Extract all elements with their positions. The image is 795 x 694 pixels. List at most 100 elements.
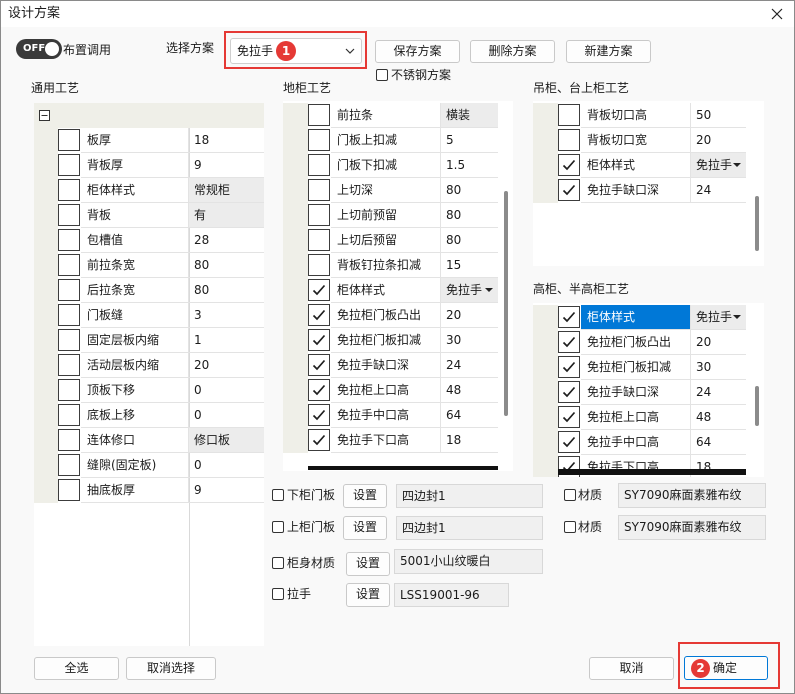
property-value[interactable]: 0	[189, 453, 264, 478]
property-row[interactable]: 背板切口宽 20	[533, 128, 746, 153]
property-row[interactable]: 背板有	[34, 203, 264, 228]
row-checkbox[interactable]	[308, 254, 330, 276]
property-row[interactable]: 背板钉拉条扣减 15	[283, 253, 498, 278]
property-value[interactable]: 1	[189, 328, 264, 353]
property-value[interactable]: 48	[691, 405, 746, 430]
property-row[interactable]: 门板上扣减 5	[283, 128, 498, 153]
property-row[interactable]: 上切深 80	[283, 178, 498, 203]
property-value[interactable]: 20	[189, 353, 264, 378]
property-value[interactable]: 50	[691, 103, 746, 128]
property-value[interactable]: 9	[189, 478, 264, 503]
property-value[interactable]: 48	[441, 378, 498, 403]
property-row[interactable]: 柜体样式 免拉手	[283, 278, 498, 303]
property-value[interactable]: 3	[189, 303, 264, 328]
row-checkbox[interactable]	[308, 404, 330, 426]
row-checkbox[interactable]	[58, 479, 80, 501]
property-value[interactable]: 20	[441, 303, 498, 328]
property-row[interactable]: 背板厚 9	[34, 153, 264, 178]
row-checkbox[interactable]	[558, 104, 580, 126]
property-value[interactable]: 修口板	[189, 428, 264, 453]
property-value[interactable]: 80	[441, 228, 498, 253]
row-checkbox[interactable]	[558, 381, 580, 403]
row-checkbox[interactable]	[308, 104, 330, 126]
row-checkbox[interactable]	[58, 279, 80, 301]
property-row[interactable]: 免拉柜上口高 48	[533, 405, 746, 430]
material-checkbox-1[interactable]	[564, 489, 576, 501]
cancel-button[interactable]: 取消	[589, 657, 674, 680]
property-value[interactable]: 24	[691, 380, 746, 405]
lower-door-checkbox[interactable]	[272, 489, 284, 501]
save-scheme-button[interactable]: 保存方案	[375, 40, 460, 63]
row-checkbox[interactable]	[58, 304, 80, 326]
scrollbar-thumb[interactable]	[755, 386, 759, 426]
deselect-all-button[interactable]: 取消选择	[126, 657, 216, 680]
property-value[interactable]: 80	[189, 253, 264, 278]
property-row[interactable]: 柜体样式 免拉手	[533, 305, 746, 330]
row-checkbox[interactable]	[308, 304, 330, 326]
dropdown-arrow-icon[interactable]	[733, 315, 741, 319]
row-checkbox[interactable]	[58, 229, 80, 251]
property-row[interactable]: 免拉柜门板扣减 30	[283, 328, 498, 353]
layout-call-toggle[interactable]: OFF	[16, 39, 62, 59]
property-row[interactable]: 免拉手中口高 64	[533, 430, 746, 455]
body-material-set-button[interactable]: 设置	[346, 552, 390, 576]
property-value[interactable]: 24	[691, 178, 746, 203]
row-checkbox[interactable]	[58, 154, 80, 176]
property-value[interactable]: 1.5	[441, 153, 498, 178]
delete-scheme-button[interactable]: 删除方案	[470, 40, 555, 63]
property-row[interactable]: 后拉条宽 80	[34, 278, 264, 303]
select-all-button[interactable]: 全选	[34, 657, 119, 680]
property-value[interactable]: 0	[189, 403, 264, 428]
scrollbar-thumb[interactable]	[504, 191, 508, 416]
property-row[interactable]: 免拉柜上口高 48	[283, 378, 498, 403]
property-row[interactable]: 免拉柜门板凸出 20	[283, 303, 498, 328]
new-scheme-button[interactable]: 新建方案	[566, 40, 651, 63]
handle-set-button[interactable]: 设置	[346, 583, 390, 607]
row-checkbox[interactable]	[58, 379, 80, 401]
scrollbar-thumb[interactable]	[755, 196, 759, 251]
row-checkbox[interactable]	[308, 354, 330, 376]
row-checkbox[interactable]	[58, 354, 80, 376]
row-checkbox[interactable]	[58, 204, 80, 226]
property-value[interactable]: 15	[441, 253, 498, 278]
property-value[interactable]: 80	[441, 203, 498, 228]
property-row[interactable]: 固定层板内缩 1	[34, 328, 264, 353]
row-checkbox[interactable]	[558, 129, 580, 151]
row-checkbox[interactable]	[558, 356, 580, 378]
row-checkbox[interactable]	[58, 179, 80, 201]
property-value[interactable]: 30	[691, 355, 746, 380]
property-value[interactable]: 80	[441, 178, 498, 203]
property-row[interactable]: 门板缝 3	[34, 303, 264, 328]
property-value[interactable]: 80	[189, 278, 264, 303]
row-checkbox[interactable]	[308, 379, 330, 401]
row-checkbox[interactable]	[558, 154, 580, 176]
property-value[interactable]: 0	[189, 378, 264, 403]
row-checkbox[interactable]	[558, 406, 580, 428]
property-row[interactable]: 柜体样式 常规柜	[34, 178, 264, 203]
property-value[interactable]: 免拉手	[441, 278, 498, 303]
property-row[interactable]: 免拉柜门板凸出 20	[533, 330, 746, 355]
property-row[interactable]: 免拉手中口高 64	[283, 403, 498, 428]
row-checkbox[interactable]	[558, 431, 580, 453]
property-row[interactable]: 免拉手下口高 18	[283, 428, 498, 453]
row-checkbox[interactable]	[58, 404, 80, 426]
row-checkbox[interactable]	[308, 229, 330, 251]
property-row[interactable]: 背板切口高 50	[533, 103, 746, 128]
close-button[interactable]	[766, 3, 788, 25]
property-row[interactable]: 上切前预留 80	[283, 203, 498, 228]
property-value[interactable]: 横装	[441, 103, 498, 128]
property-row[interactable]: 免拉手缺口深 24	[533, 380, 746, 405]
property-value[interactable]: 64	[441, 403, 498, 428]
row-checkbox[interactable]	[558, 306, 580, 328]
row-checkbox[interactable]	[308, 179, 330, 201]
property-row[interactable]: 免拉手缺口深 24	[283, 353, 498, 378]
row-checkbox[interactable]	[308, 429, 330, 451]
property-value[interactable]: 20	[691, 330, 746, 355]
property-row[interactable]: 免拉柜门板扣减 30	[533, 355, 746, 380]
property-value[interactable]: 常规柜	[189, 178, 264, 203]
row-checkbox[interactable]	[308, 329, 330, 351]
property-row[interactable]: 板厚 18	[34, 128, 264, 153]
handle-checkbox[interactable]	[272, 588, 284, 600]
property-row[interactable]: 包槽值 28	[34, 228, 264, 253]
lower-door-set-button[interactable]: 设置	[343, 484, 387, 508]
